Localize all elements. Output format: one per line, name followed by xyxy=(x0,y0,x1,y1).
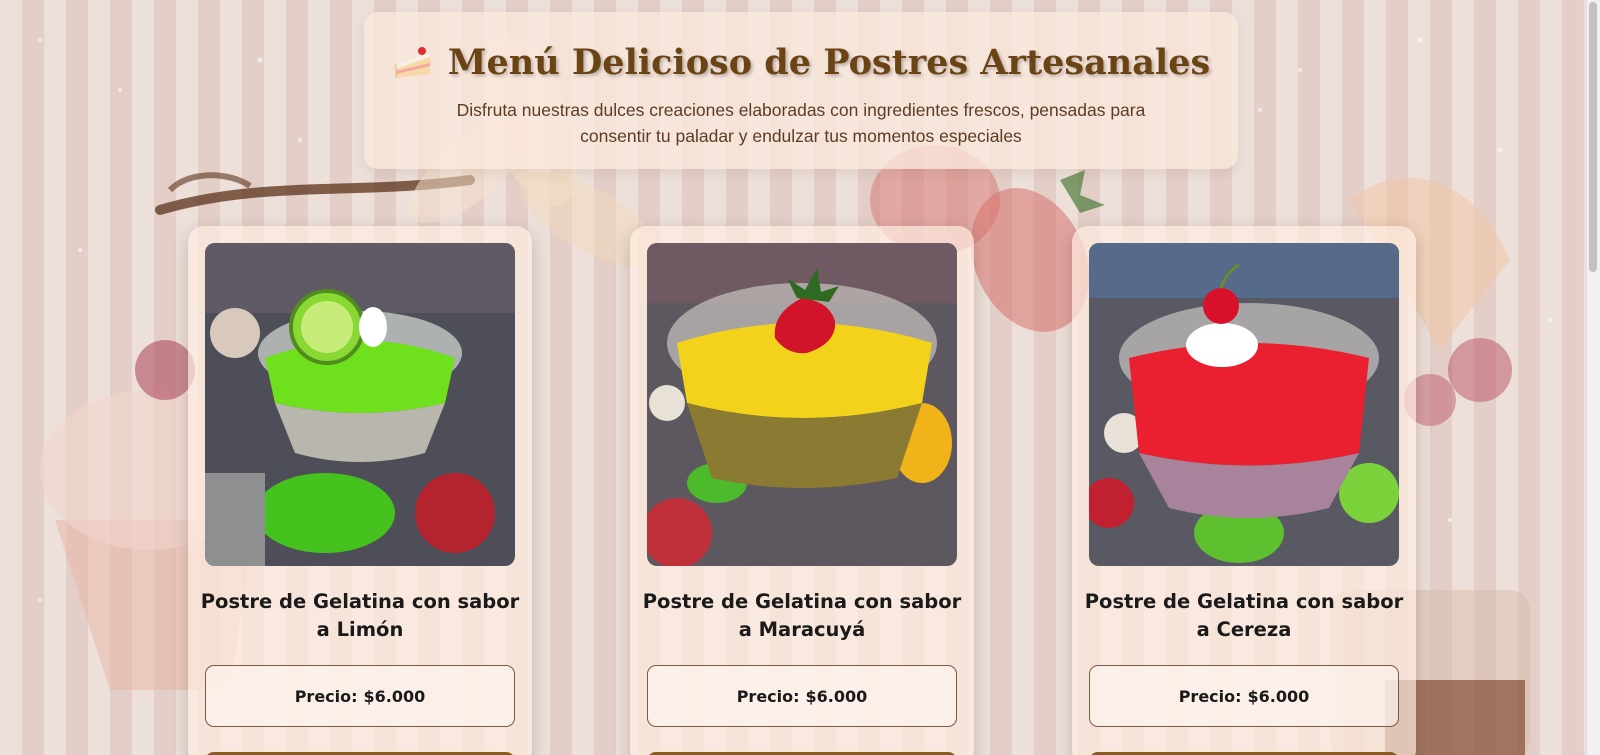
price-label: Precio: xyxy=(1178,686,1242,706)
lime-icon xyxy=(289,289,365,365)
price-value: $6.000 xyxy=(363,686,426,706)
menu-header: Menú Delicioso de Postres Artesanales Di… xyxy=(364,12,1238,169)
product-card: Postre de Gelatina con sabor a Cereza Pr… xyxy=(1072,226,1416,755)
dessert-top-layer xyxy=(1129,343,1369,466)
product-title: Postre de Gelatina con sabor a Maracuyá xyxy=(642,590,962,641)
product-image xyxy=(1089,243,1399,566)
price-label: Precio: xyxy=(736,686,800,706)
product-card: Postre de Gelatina con sabor a Maracuyá … xyxy=(630,226,974,755)
price-box: Precio: $6.000 xyxy=(1089,665,1399,727)
page-scrollbar[interactable] xyxy=(1586,0,1600,755)
product-title: Postre de Gelatina con sabor a Limón xyxy=(200,590,520,641)
price-label: Precio: xyxy=(294,686,358,706)
product-title: Postre de Gelatina con sabor a Cereza xyxy=(1084,590,1404,641)
price-value: $6.000 xyxy=(1247,686,1310,706)
product-card: Postre de Gelatina con sabor a Limón Pre… xyxy=(188,226,532,755)
product-image xyxy=(205,243,515,566)
product-image xyxy=(647,243,957,566)
price-box: Precio: $6.000 xyxy=(647,665,957,727)
title-row: Menú Delicioso de Postres Artesanales xyxy=(364,42,1238,83)
price-box: Precio: $6.000 xyxy=(205,665,515,727)
scrollbar-thumb[interactable] xyxy=(1589,2,1597,272)
cake-icon xyxy=(395,46,430,78)
price-value: $6.000 xyxy=(805,686,868,706)
dessert-top-layer xyxy=(265,340,455,413)
page-subtitle: Disfruta nuestras dulces creaciones elab… xyxy=(456,100,1146,146)
page-title: Menú Delicioso de Postres Artesanales xyxy=(447,42,1211,83)
